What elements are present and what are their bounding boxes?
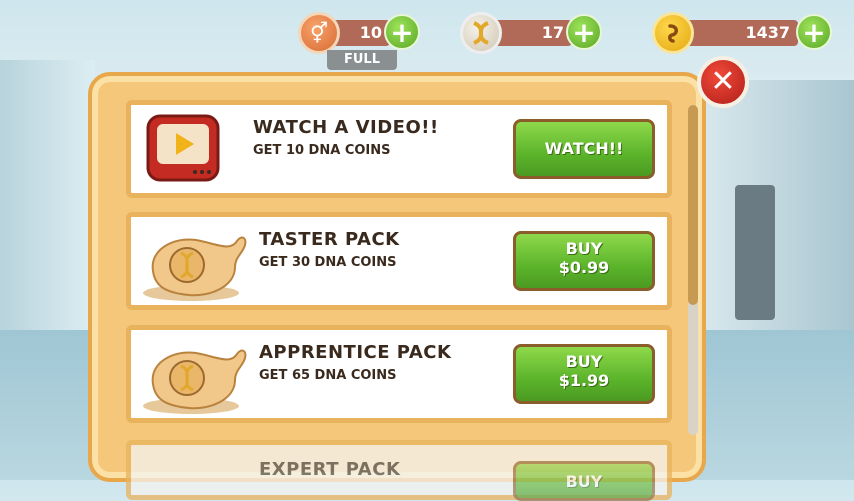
price-label: $1.99 [558, 371, 610, 390]
offer-taster-pack: TASTER PACK GET 30 DNA COINS BUY $0.99 [126, 212, 672, 310]
price-label: $0.99 [558, 258, 610, 277]
gender-symbol-icon: ⚥ [298, 12, 340, 54]
coin-icon [652, 12, 694, 54]
offer-expert-pack: EXPERT PACK BUY [126, 440, 672, 501]
dna-bag-icon [139, 340, 251, 416]
offer-subtitle: GET 30 DNA COINS [259, 255, 397, 270]
close-button[interactable]: ✕ [697, 56, 749, 108]
buy-taster-pack-button[interactable]: BUY $0.99 [513, 231, 655, 291]
add-coins-button[interactable]: + [796, 14, 832, 50]
offer-watch-video: WATCH A VIDEO!! GET 10 DNA COINS WATCH!! [126, 100, 672, 198]
offer-title: WATCH A VIDEO!! [253, 117, 439, 138]
dna-count: 17 [490, 20, 572, 46]
background-wall-left [0, 60, 95, 360]
offer-title: EXPERT PACK [259, 459, 401, 480]
coin-count: 1437 [682, 20, 798, 46]
offer-title: TASTER PACK [259, 229, 400, 250]
scrollbar-thumb[interactable] [688, 105, 698, 305]
tv-play-icon [145, 113, 221, 185]
offer-apprentice-pack: APPRENTICE PACK GET 65 DNA COINS BUY $1.… [126, 325, 672, 423]
buy-expert-pack-button[interactable]: BUY [513, 461, 655, 501]
add-gender-button[interactable]: + [384, 14, 420, 50]
dna-icon [460, 12, 502, 54]
buy-label: BUY [565, 239, 603, 258]
buy-label: BUY [565, 352, 603, 371]
offer-title: APPRENTICE PACK [259, 342, 452, 363]
add-dna-button[interactable]: + [566, 14, 602, 50]
offer-subtitle: GET 10 DNA COINS [253, 143, 391, 158]
gender-full-badge: FULL [327, 50, 397, 70]
coin-resource: 1437 + [652, 12, 836, 56]
dna-resource: 17 + [460, 12, 604, 56]
background-monitor [735, 185, 775, 320]
watch-video-button[interactable]: WATCH!! [513, 119, 655, 179]
dna-bag-icon [139, 227, 251, 303]
buy-apprentice-pack-button[interactable]: BUY $1.99 [513, 344, 655, 404]
offer-subtitle: GET 65 DNA COINS [259, 368, 397, 383]
